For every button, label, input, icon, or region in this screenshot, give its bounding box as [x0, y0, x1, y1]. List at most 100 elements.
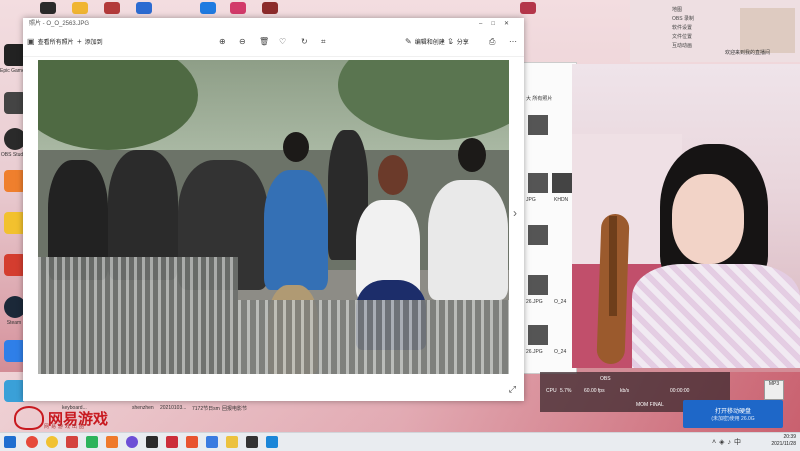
start-icon[interactable] [4, 436, 16, 448]
taskbar-app-icon[interactable] [126, 436, 138, 448]
app-icon-2[interactable] [72, 2, 88, 14]
cam-body [632, 264, 800, 368]
more-icon: ⋯ [509, 37, 517, 46]
top-right-item[interactable]: 文件位置 [672, 33, 694, 42]
maximize-icon[interactable]: □ [491, 21, 504, 27]
netease-logo-sub: 网易游戏出品 [44, 424, 87, 430]
netease-logo-mark [14, 406, 44, 430]
app-icon-8[interactable] [520, 2, 536, 14]
top-right-caption: 欢迎来到我的直播间 [725, 50, 771, 56]
taskbar-app-icon[interactable] [86, 436, 98, 448]
more-button[interactable]: ⋯ [509, 37, 517, 46]
game-label: OBS [600, 376, 611, 382]
desktop-bottom-label[interactable]: 7172节日sm [192, 405, 220, 412]
minimize-icon[interactable]: – [479, 21, 491, 27]
upload-subtitle: (未加密)使用 26.0G [711, 416, 755, 422]
delete-icon: 🗑 [259, 37, 270, 46]
top-right-item[interactable]: 互动动画 [672, 42, 694, 51]
file-thumbnail[interactable] [528, 275, 548, 295]
file-thumbnail[interactable] [528, 173, 548, 193]
game-sub: MOM FINAL [636, 402, 664, 408]
taskbar-app-icon[interactable] [186, 436, 198, 448]
taskbar: ˄◈♪中 20:39 2021/11/28 [0, 432, 800, 451]
file-thumbnail[interactable] [528, 325, 548, 345]
input-language[interactable]: 中 [734, 439, 744, 446]
crop-button[interactable]: ⌗ [321, 37, 326, 47]
favorite-icon: ♡ [279, 37, 287, 46]
upload-title: 打开移动硬盘 [714, 409, 751, 415]
app-icon-1[interactable] [40, 2, 56, 14]
usb-drive-notification[interactable]: 打开移动硬盘 (未加密)使用 26.0G [683, 400, 783, 428]
see-all-photos-button[interactable]: ▣ 查看所有照片 [27, 37, 74, 46]
photo-head [458, 138, 486, 172]
taskbar-app-icon[interactable] [66, 436, 78, 448]
file-thumbnail[interactable] [528, 225, 548, 245]
kb-label: kb/s [620, 388, 630, 394]
taskbar-app-icon[interactable] [226, 436, 238, 448]
fullscreen-icon[interactable]: ⤢ [509, 384, 516, 395]
photos-toolbar: ▣ 查看所有照片 + 添加到 ⊕ ⊖ 🗑 ♡ ↻ ⌗ ✎ 编辑和创建 ⌄ ⇪ 分… [23, 30, 524, 57]
rotate-button[interactable]: ↻ [301, 37, 308, 46]
top-right-list: 地图 OBS 录制 软件设置 文件位置 互动动画 [672, 6, 694, 51]
app-icon-4[interactable] [136, 2, 152, 14]
taskbar-app-icon[interactable] [166, 436, 178, 448]
photos-window[interactable]: 照片 - O_O_2563.JPG –□✕ ▣ 查看所有照片 + 添加到 ⊕ ⊖… [23, 18, 524, 401]
photo-fence [238, 300, 509, 374]
taskbar-app-icon[interactable] [146, 436, 158, 448]
delete-button[interactable]: 🗑 [259, 37, 269, 46]
close-icon[interactable]: ✕ [504, 21, 518, 27]
zoom-in-icon: ⊕ [219, 37, 226, 46]
file-name[interactable]: O_24 [554, 349, 566, 355]
file-name[interactable]: KHDN [554, 197, 568, 203]
rotate-icon: ↻ [301, 37, 308, 46]
window-title: 照片 - O_O_2563.JPG [29, 21, 90, 27]
taskbar-app-icon[interactable] [46, 436, 58, 448]
explorer-header: 大 所有照片 [526, 96, 553, 102]
app-icon-7[interactable] [262, 2, 278, 14]
top-right-banner [740, 8, 795, 53]
network-icon[interactable]: ◈ [719, 439, 727, 446]
share-icon: ⇪ [447, 37, 454, 46]
next-photo-icon[interactable]: › [513, 206, 517, 220]
photo-head [283, 132, 309, 162]
taskbar-app-icon[interactable] [246, 436, 258, 448]
desktop-bottom-label[interactable]: keyboard... [62, 405, 87, 411]
file-name[interactable]: JPG [526, 197, 536, 203]
clock-time: 20:39 [783, 434, 796, 440]
file-name[interactable]: 26.JPG [526, 299, 543, 305]
add-icon: + [77, 37, 82, 46]
desktop-bottom-label[interactable]: 回报电影节 [222, 405, 247, 412]
top-right-item[interactable]: 软件设置 [672, 24, 694, 33]
taskbar-app-icon[interactable] [266, 436, 278, 448]
top-right-item[interactable]: 地图 [672, 6, 694, 15]
file-name[interactable]: O_24 [554, 299, 566, 305]
file-thumbnail[interactable] [552, 173, 574, 193]
app-icon-5[interactable] [200, 2, 216, 14]
window-controls[interactable]: –□✕ [479, 18, 518, 30]
favorite-button[interactable]: ♡ [279, 37, 286, 46]
print-button[interactable]: ⎙ [489, 37, 495, 47]
zoom-out-icon: ⊖ [239, 37, 246, 46]
photos-titlebar[interactable]: 照片 - O_O_2563.JPG –□✕ [23, 18, 524, 30]
desktop-bottom-label[interactable]: 20210103... [160, 405, 186, 411]
zoom-in-button[interactable]: ⊕ [219, 37, 226, 46]
add-to-button[interactable]: + 添加到 [77, 37, 103, 46]
mp3-icon[interactable]: MP3 [764, 380, 784, 400]
taskbar-app-icon[interactable] [106, 436, 118, 448]
app-icon-6[interactable] [230, 2, 246, 14]
zoom-out-button[interactable]: ⊖ [239, 37, 246, 46]
share-button[interactable]: ⇪ 分享 [447, 37, 469, 46]
desktop-bottom-label[interactable]: shenzhen [132, 405, 154, 411]
file-thumbnail[interactable] [528, 115, 548, 135]
edit-create-label: 编辑和创建 [414, 40, 445, 46]
clock[interactable]: 20:39 2021/11/28 [771, 434, 796, 448]
webcam-feed [572, 64, 800, 368]
see-all-label: 查看所有照片 [37, 40, 74, 46]
file-name[interactable]: 26.JPG [526, 349, 543, 355]
top-right-item[interactable]: OBS 录制 [672, 15, 694, 24]
photo-viewer[interactable] [38, 60, 509, 374]
taskbar-app-icon[interactable] [26, 436, 38, 448]
system-tray-icons[interactable]: ˄◈♪中 [712, 437, 744, 447]
taskbar-app-icon[interactable] [206, 436, 218, 448]
app-icon-3[interactable] [104, 2, 120, 14]
